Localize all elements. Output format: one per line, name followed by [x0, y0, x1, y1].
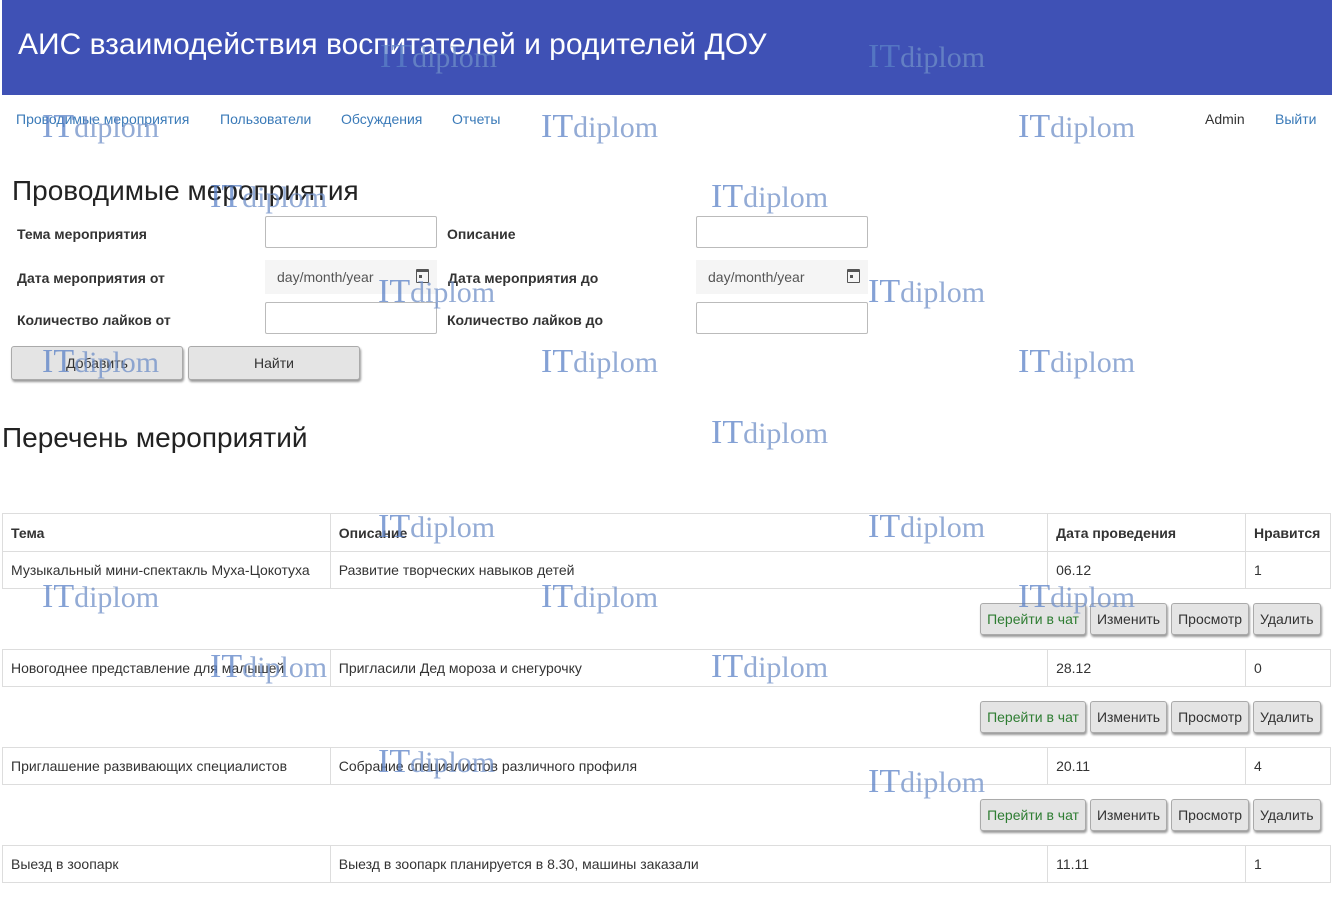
row-actions-cell: Перейти в чат Изменить Просмотр Удалить: [2, 686, 1331, 748]
nav-item-discussions[interactable]: Обсуждения: [341, 111, 422, 127]
cell-topic: Выезд в зоопарк: [2, 845, 331, 883]
find-button[interactable]: Найти: [188, 346, 360, 380]
topic-label: Тема мероприятия: [17, 226, 147, 242]
cell-date: 28.12: [1047, 649, 1246, 687]
watermark: ITdiplom: [868, 273, 986, 310]
date-from-label: Дата мероприятия от: [17, 270, 165, 286]
current-user: Admin: [1205, 111, 1245, 127]
likes-from-input[interactable]: [265, 302, 437, 334]
view-button[interactable]: Просмотр: [1171, 799, 1250, 831]
app-title: АИС взаимодействия воспитателей и родите…: [18, 28, 767, 61]
nav-item-users[interactable]: Пользователи: [220, 111, 311, 127]
likes-to-label: Количество лайков до: [447, 312, 604, 328]
table-header-row: Тема Описание Дата проведения Нравится: [2, 513, 1332, 552]
calendar-icon[interactable]: [416, 269, 429, 283]
date-from-placeholder: day/month/year: [277, 269, 374, 285]
cell-topic: Новогоднее представление для малышей: [2, 649, 331, 687]
cell-description: Пригласили Дед мороза и снегурочку: [329, 649, 1049, 687]
table-row: Приглашение развивающих специалистов Соб…: [2, 747, 1332, 785]
watermark: ITdiplom: [711, 178, 829, 215]
edit-button[interactable]: Изменить: [1089, 603, 1168, 635]
edit-button[interactable]: Изменить: [1089, 799, 1168, 831]
view-button[interactable]: Просмотр: [1171, 701, 1250, 733]
date-to-placeholder: day/month/year: [708, 269, 805, 285]
table-row: Выезд в зоопарк Выезд в зоопарк планируе…: [2, 845, 1332, 883]
date-to-input[interactable]: day/month/year: [696, 260, 868, 294]
cell-topic: Приглашение развивающих специалистов: [2, 747, 331, 785]
watermark: ITdiplom: [711, 414, 829, 451]
cell-likes: 1: [1244, 845, 1332, 883]
watermark: ITdiplom: [541, 343, 659, 380]
page-title: Проводимые мероприятия: [12, 175, 359, 206]
delete-button[interactable]: Удалить: [1253, 701, 1321, 733]
cell-date: 11.11: [1047, 845, 1246, 883]
watermark: ITdiplom: [1018, 343, 1136, 380]
cell-description: Собрание специалистов различного профиля: [329, 747, 1049, 785]
topic-input[interactable]: [265, 216, 437, 248]
delete-button[interactable]: Удалить: [1253, 603, 1321, 635]
row-actions-group: Перейти в чат Изменить Просмотр Удалить: [11, 701, 1323, 733]
cell-date: 06.12: [1047, 551, 1246, 589]
row-actions-cell: Перейти в чат Изменить Просмотр Удалить: [2, 784, 1331, 846]
chat-button[interactable]: Перейти в чат: [980, 799, 1086, 831]
table-row: Музыкальный мини-спектакль Муха-Цокотуха…: [2, 551, 1332, 589]
row-actions: Перейти в чат Изменить Просмотр Удалить: [2, 784, 1331, 846]
cell-description: Развитие творческих навыков детей: [329, 551, 1049, 589]
calendar-icon[interactable]: [847, 269, 860, 283]
edit-button[interactable]: Изменить: [1089, 701, 1168, 733]
cell-date: 20.11: [1047, 747, 1246, 785]
row-actions: Перейти в чат Изменить Просмотр Удалить: [2, 588, 1331, 650]
column-header-date: Дата проведения: [1047, 513, 1246, 552]
nav-item-reports[interactable]: Отчеты: [452, 111, 500, 127]
date-from-input[interactable]: day/month/year: [265, 260, 437, 294]
date-to-label: Дата мероприятия до: [448, 270, 599, 286]
column-header-description: Описание: [329, 513, 1049, 552]
column-header-topic: Тема: [2, 513, 331, 552]
description-input[interactable]: [696, 216, 868, 248]
cell-likes: 4: [1244, 747, 1332, 785]
row-actions-group: Перейти в чат Изменить Просмотр Удалить: [11, 603, 1323, 635]
likes-from-label: Количество лайков от: [17, 312, 171, 328]
row-actions: Перейти в чат Изменить Просмотр Удалить: [2, 686, 1331, 748]
top-nav: Проводимые мероприятия Пользователи Обсу…: [0, 95, 1340, 145]
row-actions-group: Перейти в чат Изменить Просмотр Удалить: [11, 799, 1323, 831]
row-actions-cell: Перейти в чат Изменить Просмотр Удалить: [2, 588, 1331, 650]
chat-button[interactable]: Перейти в чат: [980, 701, 1086, 733]
cell-description: Выезд в зоопарк планируется в 8.30, маши…: [329, 845, 1049, 883]
description-label: Описание: [447, 226, 516, 242]
likes-to-input[interactable]: [696, 302, 868, 334]
add-button[interactable]: Добавить: [11, 346, 183, 380]
list-title: Перечень мероприятий: [2, 422, 308, 453]
events-table: Тема Описание Дата проведения Нравится М…: [2, 513, 1332, 883]
column-header-likes: Нравится: [1244, 513, 1332, 552]
nav-item-events[interactable]: Проводимые мероприятия: [16, 111, 189, 127]
chat-button[interactable]: Перейти в чат: [980, 603, 1086, 635]
view-button[interactable]: Просмотр: [1171, 603, 1250, 635]
cell-likes: 1: [1244, 551, 1332, 589]
delete-button[interactable]: Удалить: [1253, 799, 1321, 831]
cell-likes: 0: [1244, 649, 1332, 687]
cell-topic: Музыкальный мини-спектакль Муха-Цокотуха: [2, 551, 331, 589]
app-header: АИС взаимодействия воспитателей и родите…: [2, 0, 1332, 95]
table-row: Новогоднее представление для малышей При…: [2, 649, 1332, 687]
logout-link[interactable]: Выйти: [1275, 111, 1316, 127]
